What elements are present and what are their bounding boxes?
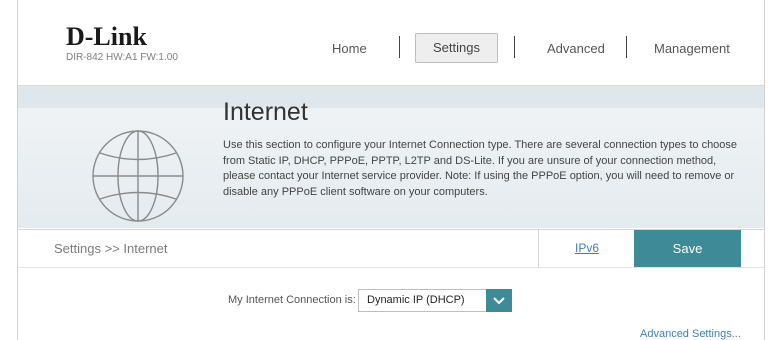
advanced-settings-link[interactable]: Advanced Settings... xyxy=(640,328,741,340)
chevron-down-icon xyxy=(493,297,505,305)
connection-type-select[interactable]: Dynamic IP (DHCP) xyxy=(358,289,512,312)
nav-divider xyxy=(626,36,627,58)
nav-settings[interactable]: Settings xyxy=(415,33,498,63)
dlink-logo: D-Link xyxy=(66,22,147,51)
nav-divider xyxy=(399,36,400,58)
ipv6-link[interactable]: IPv6 xyxy=(538,230,635,267)
page-hero: Internet Use this section to configure y… xyxy=(18,86,764,228)
action-bar: Settings >> Internet IPv6 Save xyxy=(18,229,764,268)
app-window: D-Link DIR-842 HW:A1 FW:1.00 Home Settin… xyxy=(17,0,765,340)
hero-stripe xyxy=(18,86,764,108)
breadcrumb: Settings >> Internet xyxy=(54,241,168,256)
top-bar: D-Link DIR-842 HW:A1 FW:1.00 Home Settin… xyxy=(18,0,764,86)
nav-advanced[interactable]: Advanced xyxy=(547,40,605,58)
connection-type-value: Dynamic IP (DHCP) xyxy=(367,294,465,306)
nav-home[interactable]: Home xyxy=(332,40,367,58)
nav-management[interactable]: Management xyxy=(654,40,730,58)
save-button[interactable]: Save xyxy=(634,230,741,267)
page-title: Internet xyxy=(223,98,308,126)
page-description: Use this section to configure your Inter… xyxy=(223,139,738,198)
globe-icon xyxy=(92,130,184,222)
dropdown-toggle[interactable] xyxy=(486,289,512,312)
device-info: DIR-842 HW:A1 FW:1.00 xyxy=(66,52,178,63)
connection-type-label: My Internet Connection is: xyxy=(228,294,356,306)
nav-divider xyxy=(514,36,515,58)
